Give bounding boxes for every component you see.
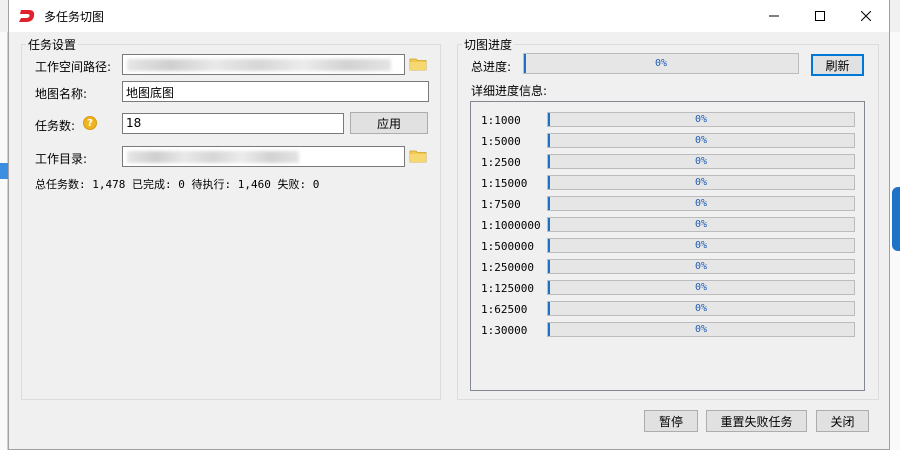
detail-progress-panel: 1:1000 0% 1:5000 0% 1:2500 0% 1:15000 0% 1:7500 0… <box>470 101 865 391</box>
task-settings-legend: 任务设置 <box>28 38 77 52</box>
task-count-input[interactable]: 18 <box>122 113 344 134</box>
scale-label: 1:2500 <box>481 156 521 169</box>
scale-label: 1:5000 <box>481 135 521 148</box>
help-icon[interactable]: ? <box>83 116 97 130</box>
close-window-button[interactable] <box>843 0 889 32</box>
reset-failed-tasks-button[interactable]: 重置失败任务 <box>706 410 807 432</box>
workspace-path-input[interactable] <box>122 54 405 75</box>
background-side-tab[interactable] <box>892 187 900 251</box>
window-title: 多任务切图 <box>44 9 105 24</box>
workspace-folder-button[interactable] <box>409 57 427 71</box>
scale-progress-percent: 0% <box>694 261 708 272</box>
scale-label: 1:250000 <box>481 261 534 274</box>
tiling-progress-legend: 切图进度 <box>464 38 513 52</box>
folder-icon <box>409 150 427 163</box>
scale-label: 1:15000 <box>481 177 528 190</box>
minimize-icon <box>769 15 779 17</box>
work-dir-input[interactable] <box>122 146 405 167</box>
scale-label: 1:1000 <box>481 114 521 127</box>
scale-progress-percent: 0% <box>694 156 708 167</box>
total-progress-label: 总进度: <box>471 60 512 74</box>
maximize-button[interactable] <box>797 0 843 32</box>
scale-progress-bar: 0% <box>547 154 855 169</box>
scale-progress-percent: 0% <box>694 219 708 230</box>
scale-progress-bar: 0% <box>547 238 855 253</box>
maximize-icon <box>815 11 825 21</box>
scale-progress-percent: 0% <box>694 198 708 209</box>
scale-label: 1:30000 <box>481 324 528 337</box>
scale-progress-bar: 0% <box>547 301 855 316</box>
work-dir-label: 工作目录: <box>35 152 88 166</box>
background-app-right-edge <box>890 32 900 450</box>
app-logo-icon <box>18 7 36 25</box>
task-summary-text: 总任务数: 1,478 已完成: 0 待执行: 1,460 失败: 0 <box>35 178 320 191</box>
apply-button[interactable]: 应用 <box>350 112 428 134</box>
close-button[interactable]: 关闭 <box>816 410 869 432</box>
map-name-input[interactable]: 地图底图 <box>122 81 429 102</box>
scale-progress-bar: 0% <box>547 175 855 190</box>
background-app-left-edge <box>0 32 8 450</box>
title-bar[interactable]: 多任务切图 <box>9 0 889 32</box>
scale-progress-percent: 0% <box>694 303 708 314</box>
scale-progress-bar: 0% <box>547 259 855 274</box>
scale-progress-bar: 0% <box>547 196 855 211</box>
scale-progress-percent: 0% <box>694 135 708 146</box>
work-dir-folder-button[interactable] <box>409 149 427 163</box>
task-count-label: 任务数: <box>35 119 76 133</box>
detail-progress-label: 详细进度信息: <box>471 84 548 98</box>
map-name-label: 地图名称: <box>35 87 88 101</box>
total-progress-percent: 0% <box>654 58 668 69</box>
scale-label: 1:500000 <box>481 240 534 253</box>
scale-label: 1:7500 <box>481 198 521 211</box>
total-progress-bar: 0% <box>523 53 799 74</box>
redacted-workspace-path <box>127 59 391 71</box>
workspace-path-label: 工作空间路径: <box>35 60 112 74</box>
close-icon <box>861 11 871 21</box>
redacted-work-dir <box>127 151 299 163</box>
scale-label: 1:1000000 <box>481 219 541 232</box>
scale-progress-bar: 0% <box>547 322 855 337</box>
scale-progress-bar: 0% <box>547 280 855 295</box>
scale-progress-percent: 0% <box>694 240 708 251</box>
scale-progress-percent: 0% <box>694 177 708 188</box>
scale-progress-percent: 0% <box>694 282 708 293</box>
folder-icon <box>409 58 427 71</box>
multi-task-tiling-dialog: 多任务切图 任务设置 工作空间路径: 地图名称: 地图底图 任务数: ? 18 … <box>8 0 890 450</box>
scale-label: 1:125000 <box>481 282 534 295</box>
background-selected-item <box>0 163 8 179</box>
scale-progress-percent: 0% <box>694 114 708 125</box>
pause-button[interactable]: 暂停 <box>644 410 698 432</box>
scale-progress-bar: 0% <box>547 112 855 127</box>
scale-progress-bar: 0% <box>547 133 855 148</box>
scale-progress-bar: 0% <box>547 217 855 232</box>
minimize-button[interactable] <box>751 0 797 32</box>
scale-label: 1:62500 <box>481 303 528 316</box>
refresh-button[interactable]: 刷新 <box>811 54 864 76</box>
scale-progress-percent: 0% <box>694 324 708 335</box>
